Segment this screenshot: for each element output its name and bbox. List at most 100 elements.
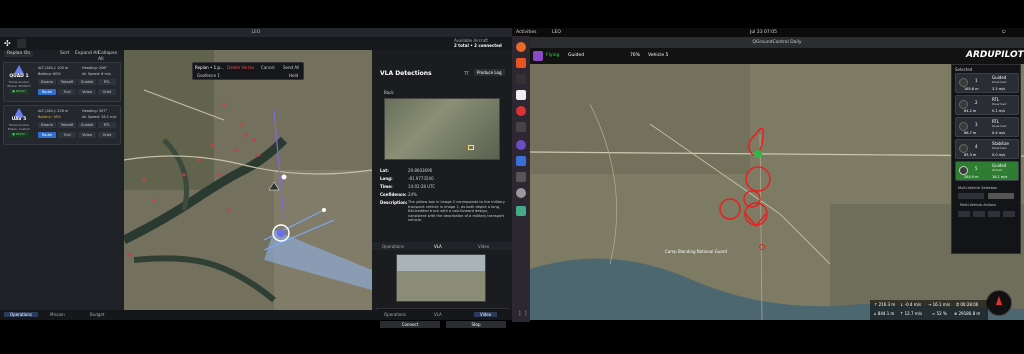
tab-vla[interactable]: VLA: [434, 244, 442, 249]
system-tray-icon[interactable]: ⏻: [1002, 28, 1006, 37]
editor-icon[interactable]: [516, 156, 526, 166]
show-apps-icon[interactable]: ⋮⋮: [517, 310, 529, 317]
guided-button[interactable]: Guided: [78, 79, 96, 85]
vehicle-card-2[interactable]: 2 RTL Disarmed 64.2 m 0.1 m/s: [955, 95, 1019, 115]
multi-action-button[interactable]: [973, 211, 985, 217]
qgc-map[interactable]: Camp Blanding National Guard: [530, 64, 1024, 320]
heading-readout: Heading: 206°: [82, 66, 108, 70]
guided-button[interactable]: Guided: [78, 122, 96, 128]
vehicle-speed: 0.1 m/s: [992, 109, 1006, 113]
route-button[interactable]: Route: [38, 132, 56, 138]
distance-home-value: ⌂ 844.1 m: [874, 311, 895, 316]
video-button[interactable]: Video: [78, 89, 96, 95]
multi-action-button[interactable]: [988, 211, 1000, 217]
cancel-button[interactable]: Cancel: [261, 65, 275, 70]
disarm-button[interactable]: Disarm: [38, 79, 56, 85]
vla-bottom-tab-vla[interactable]: VLA: [434, 312, 442, 317]
rtl-button[interactable]: RTL: [98, 79, 116, 85]
rtl-button[interactable]: RTL: [98, 122, 116, 128]
qgc-toolbar: Flying Guided 76% Vehicle 5 ARDUPILOT: [530, 48, 1024, 64]
vehicle-card-3[interactable]: 3 RTL Disarmed 66.7 m 0.4 m/s: [955, 117, 1019, 137]
qgc-icon[interactable]: [516, 172, 526, 182]
quad-vehicle-icon: [14, 65, 24, 74]
multi-action-button[interactable]: [1003, 211, 1015, 217]
tab-operations[interactable]: Operations: [4, 312, 38, 317]
tab-video[interactable]: Video: [478, 244, 489, 249]
orbit-button[interactable]: Orbit: [98, 132, 116, 138]
route-button[interactable]: Route: [38, 89, 56, 95]
select-all-button[interactable]: [958, 193, 984, 199]
app-logo-icon: ✣: [4, 39, 11, 48]
send-all-button[interactable]: Send All: [283, 65, 299, 70]
video-button[interactable]: Video: [78, 132, 96, 138]
vehicle-card-uav5[interactable]: UAV 5 Mode:Guided Phase: Custom ● READY …: [3, 105, 121, 145]
files-icon[interactable]: [516, 90, 526, 100]
back-button[interactable]: Back: [384, 90, 394, 95]
vehicle-icon: [959, 100, 968, 109]
flight-time-value: ⏱ 00:28:06: [956, 302, 979, 307]
chrome-icon[interactable]: [516, 106, 526, 116]
obs-icon[interactable]: [516, 140, 526, 150]
tab-operations[interactable]: Operations: [382, 244, 404, 249]
qgc-logo-icon[interactable]: [533, 51, 543, 61]
orbit-button[interactable]: Orbit: [98, 89, 116, 95]
connect-button[interactable]: Connect: [380, 321, 440, 328]
geofence-row[interactable]: Geofence 1: [197, 73, 220, 78]
disarm-button[interactable]: Disarm: [38, 122, 56, 128]
terminal-icon[interactable]: [516, 74, 526, 84]
vehicle-alt: 65.3 m: [964, 153, 977, 157]
vehicle-card-4[interactable]: 4 Stabilize Disarmed 65.3 m 0.0 m/s: [955, 139, 1019, 159]
replan-toggle[interactable]: Replan On: [4, 51, 34, 57]
left-map[interactable]: Replan • 1 p... Delete Vertex Cancel Sen…: [124, 50, 372, 320]
long-value: -81.9773540: [408, 176, 434, 181]
vla-panel: VLA Detections TT Produce Log Back Lat: …: [372, 50, 512, 320]
leo-app-icon[interactable]: [516, 122, 526, 132]
qgc-window-title: QGroundControl Daily: [530, 37, 1024, 48]
battery-value: ≈ 52 %: [932, 311, 947, 316]
tab-budget[interactable]: Budget: [90, 312, 104, 317]
battery-readout: Battery: 60%: [38, 72, 61, 76]
deselect-all-button[interactable]: [988, 193, 1014, 199]
vehicle-state: Disarmed: [992, 80, 1007, 84]
total-distance-value: ⊕ 29180.8 m: [954, 311, 981, 316]
battery-readout: Battery: 16%: [38, 115, 61, 119]
multi-action-button[interactable]: [958, 211, 970, 217]
vehicle-icon: [959, 144, 968, 153]
produce-log-button[interactable]: Produce Log: [474, 69, 505, 76]
tt-button[interactable]: TT: [464, 71, 469, 76]
map-imagery: [124, 50, 372, 320]
trail-button[interactable]: Trail: [58, 132, 76, 138]
vehicle-select[interactable]: Vehicle 5: [648, 53, 668, 59]
stop-button[interactable]: Stop: [446, 321, 506, 328]
hold-button[interactable]: Hold: [289, 73, 298, 78]
vehicle-card-1[interactable]: 1 Guided Disarmed 165.8 m 3.1 m/s: [955, 73, 1019, 93]
ground-speed-value: → 16.1 m/s: [928, 302, 951, 307]
vla-bottom-tab-video[interactable]: Video: [474, 312, 498, 317]
clock[interactable]: Jul 23 07:05: [750, 28, 777, 37]
flight-mode[interactable]: Guided: [568, 53, 584, 59]
battery-percent: 76%: [630, 53, 641, 58]
vla-bottom-tab-operations[interactable]: Operations: [384, 312, 406, 317]
settings-icon[interactable]: [516, 188, 526, 198]
vehicle-index: 5: [975, 166, 978, 171]
takeoff-button[interactable]: Takeoff: [58, 122, 76, 128]
vehicle-card-quad1[interactable]: QUAD 1 Mode:Guided Phase: SEARCH ● READY…: [3, 62, 121, 102]
delete-vertex-button[interactable]: Delete Vertex: [227, 65, 257, 70]
tab-mission[interactable]: Mission: [50, 312, 65, 317]
replan-popup: Replan • 1 p... Delete Vertex Cancel Sen…: [192, 62, 304, 80]
trash-icon[interactable]: [516, 206, 526, 216]
trail-button[interactable]: Trail: [58, 89, 76, 95]
sort-button[interactable]: Sort: [60, 51, 69, 57]
expand-all-button[interactable]: Expand All: [75, 51, 99, 57]
vehicle-card-5[interactable]: 5 Guided Armed 284.9 m 16.1 m/s: [955, 161, 1019, 181]
focused-app-label[interactable]: LEO: [552, 28, 561, 37]
panel-toggle-button[interactable]: [17, 39, 26, 48]
firefox-icon[interactable]: [516, 42, 526, 52]
compass-arrow-icon: [996, 296, 1002, 305]
takeoff-button[interactable]: Takeoff: [58, 79, 76, 85]
flying-status[interactable]: Flying: [546, 53, 559, 59]
software-icon[interactable]: [516, 58, 526, 68]
vehicle-speed: 3.1 m/s: [992, 87, 1006, 91]
vla-title: VLA Detections: [380, 70, 432, 77]
vehicle-alt: 64.2 m: [964, 109, 977, 113]
